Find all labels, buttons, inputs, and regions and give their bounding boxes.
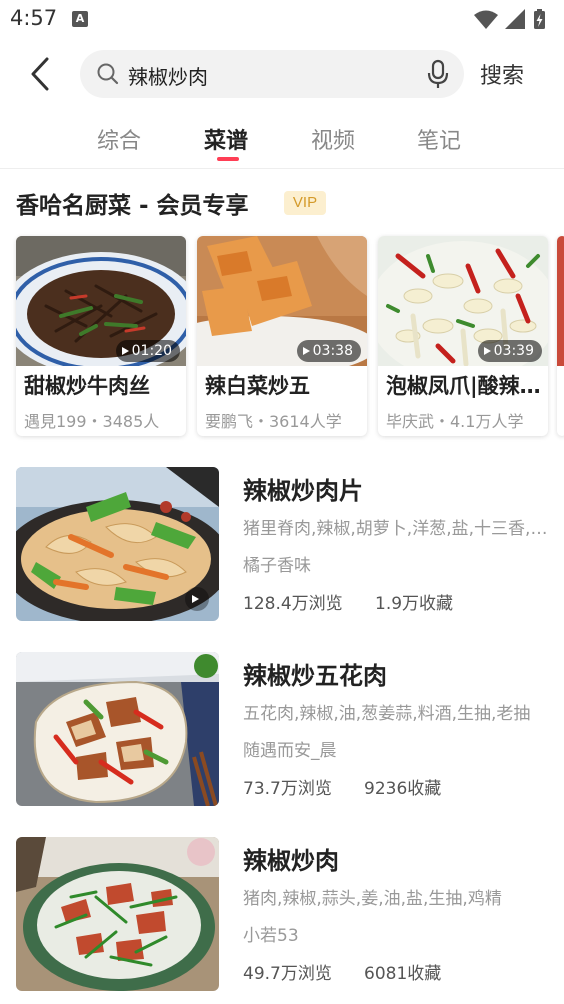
section-title: 香哈名厨菜 - 会员专享: [16, 193, 249, 219]
recipe-card-title: 泡椒凤爪|酸辣开胃: [386, 374, 542, 398]
duration-label: 03:39: [493, 343, 534, 359]
tab-general[interactable]: 综合: [97, 123, 141, 155]
recipe-title: 辣椒炒肉片: [243, 477, 363, 505]
status-icons: [472, 8, 552, 30]
recipe-image: [16, 652, 219, 806]
recipe-card-partial[interactable]: [557, 236, 564, 436]
tab-notes[interactable]: 笔记: [417, 123, 461, 155]
status-time: 4:57: [10, 6, 58, 30]
search-query: 辣椒炒肉: [128, 65, 208, 89]
back-arrow-icon: [31, 57, 49, 91]
recipe-author: 随遇而安_晨: [243, 741, 337, 761]
duration-label: 01:20: [131, 343, 172, 359]
microphone-icon[interactable]: [426, 59, 450, 89]
recipe-card[interactable]: 03:39 泡椒凤爪|酸辣开胃 毕庆武・4.1万人学: [378, 236, 548, 436]
recipe-card-title: 甜椒炒牛肉丝: [24, 374, 150, 398]
video-duration: 03:38: [296, 340, 361, 362]
recipe-title: 辣椒炒肉: [243, 847, 339, 875]
recipe-favorites: 6081收藏: [364, 964, 442, 984]
recipe-card-meta: 遇見199・3485人: [24, 412, 160, 431]
video-duration: 01:20: [115, 340, 180, 362]
play-icon: [483, 347, 491, 355]
recipe-card-image: 03:39: [378, 236, 548, 366]
recipe-favorites: 9236收藏: [364, 779, 442, 799]
search-icon: [96, 62, 120, 86]
recipe-ingredients: 猪肉,辣椒,蒜头,姜,油,盐,生抽,鸡精: [243, 889, 502, 909]
recipe-views: 128.4万浏览: [243, 594, 343, 614]
recipe-views: 73.7万浏览: [243, 779, 332, 799]
recipe-favorites: 1.9万收藏: [375, 594, 454, 614]
recipe-card-image: 01:20: [16, 236, 186, 366]
recipe-card-meta: 毕庆武・4.1万人学: [386, 412, 524, 431]
recipe-card-image: 03:38: [197, 236, 367, 366]
video-duration: 03:39: [477, 340, 542, 362]
recipe-image: [16, 837, 219, 991]
recipe-author: 橘子香味: [243, 556, 311, 576]
search-input[interactable]: 辣椒炒肉: [80, 50, 464, 98]
recipe-ingredients: 五花肉,辣椒,油,葱姜蒜,料酒,生抽,老抽: [243, 704, 531, 724]
tab-videos[interactable]: 视频: [311, 123, 355, 155]
recipe-list-item[interactable]: 辣椒炒肉片 猪里脊肉,辣椒,胡萝卜,洋葱,盐,十三香,生抽 橘子香味 128.4…: [0, 467, 564, 627]
recipe-title: 辣椒炒五花肉: [243, 662, 387, 690]
vip-badge: VIP: [284, 191, 326, 215]
recipe-card[interactable]: 03:38 辣白菜炒五 要鹏飞・3614人学: [197, 236, 367, 436]
play-icon: [121, 347, 129, 355]
duration-label: 03:38: [312, 343, 353, 359]
signal-icon: [505, 9, 525, 29]
recipe-card-meta: 要鹏飞・3614人学: [205, 412, 342, 431]
recipe-author: 小若53: [243, 926, 299, 946]
search-button[interactable]: 搜索: [480, 58, 524, 90]
recipe-card-title: 辣白菜炒五: [205, 374, 310, 398]
active-tab-indicator: [217, 157, 239, 161]
recipe-card[interactable]: 01:20 甜椒炒牛肉丝 遇見199・3485人: [16, 236, 186, 436]
recipe-ingredients: 猪里脊肉,辣椒,胡萝卜,洋葱,盐,十三香,生抽: [243, 519, 549, 539]
tab-recipes[interactable]: 菜谱: [204, 123, 248, 155]
status-bar: 4:57 A: [0, 0, 564, 38]
recipe-image: [16, 467, 219, 621]
video-play-icon: [185, 587, 209, 611]
back-button[interactable]: [20, 52, 60, 96]
tab-bar: 综合 菜谱 视频 笔记: [0, 115, 564, 169]
recipe-views: 49.7万浏览: [243, 964, 332, 984]
recipe-list-item[interactable]: 辣椒炒肉 猪肉,辣椒,蒜头,姜,油,盐,生抽,鸡精 小若53 49.7万浏览 6…: [0, 837, 564, 997]
recipe-list-item[interactable]: 辣椒炒五花肉 五花肉,辣椒,油,葱姜蒜,料酒,生抽,老抽 随遇而安_晨 73.7…: [0, 652, 564, 812]
wifi-icon: [474, 10, 498, 29]
play-icon: [302, 347, 310, 355]
battery-icon: [534, 9, 545, 29]
notification-icon: A: [72, 11, 88, 27]
